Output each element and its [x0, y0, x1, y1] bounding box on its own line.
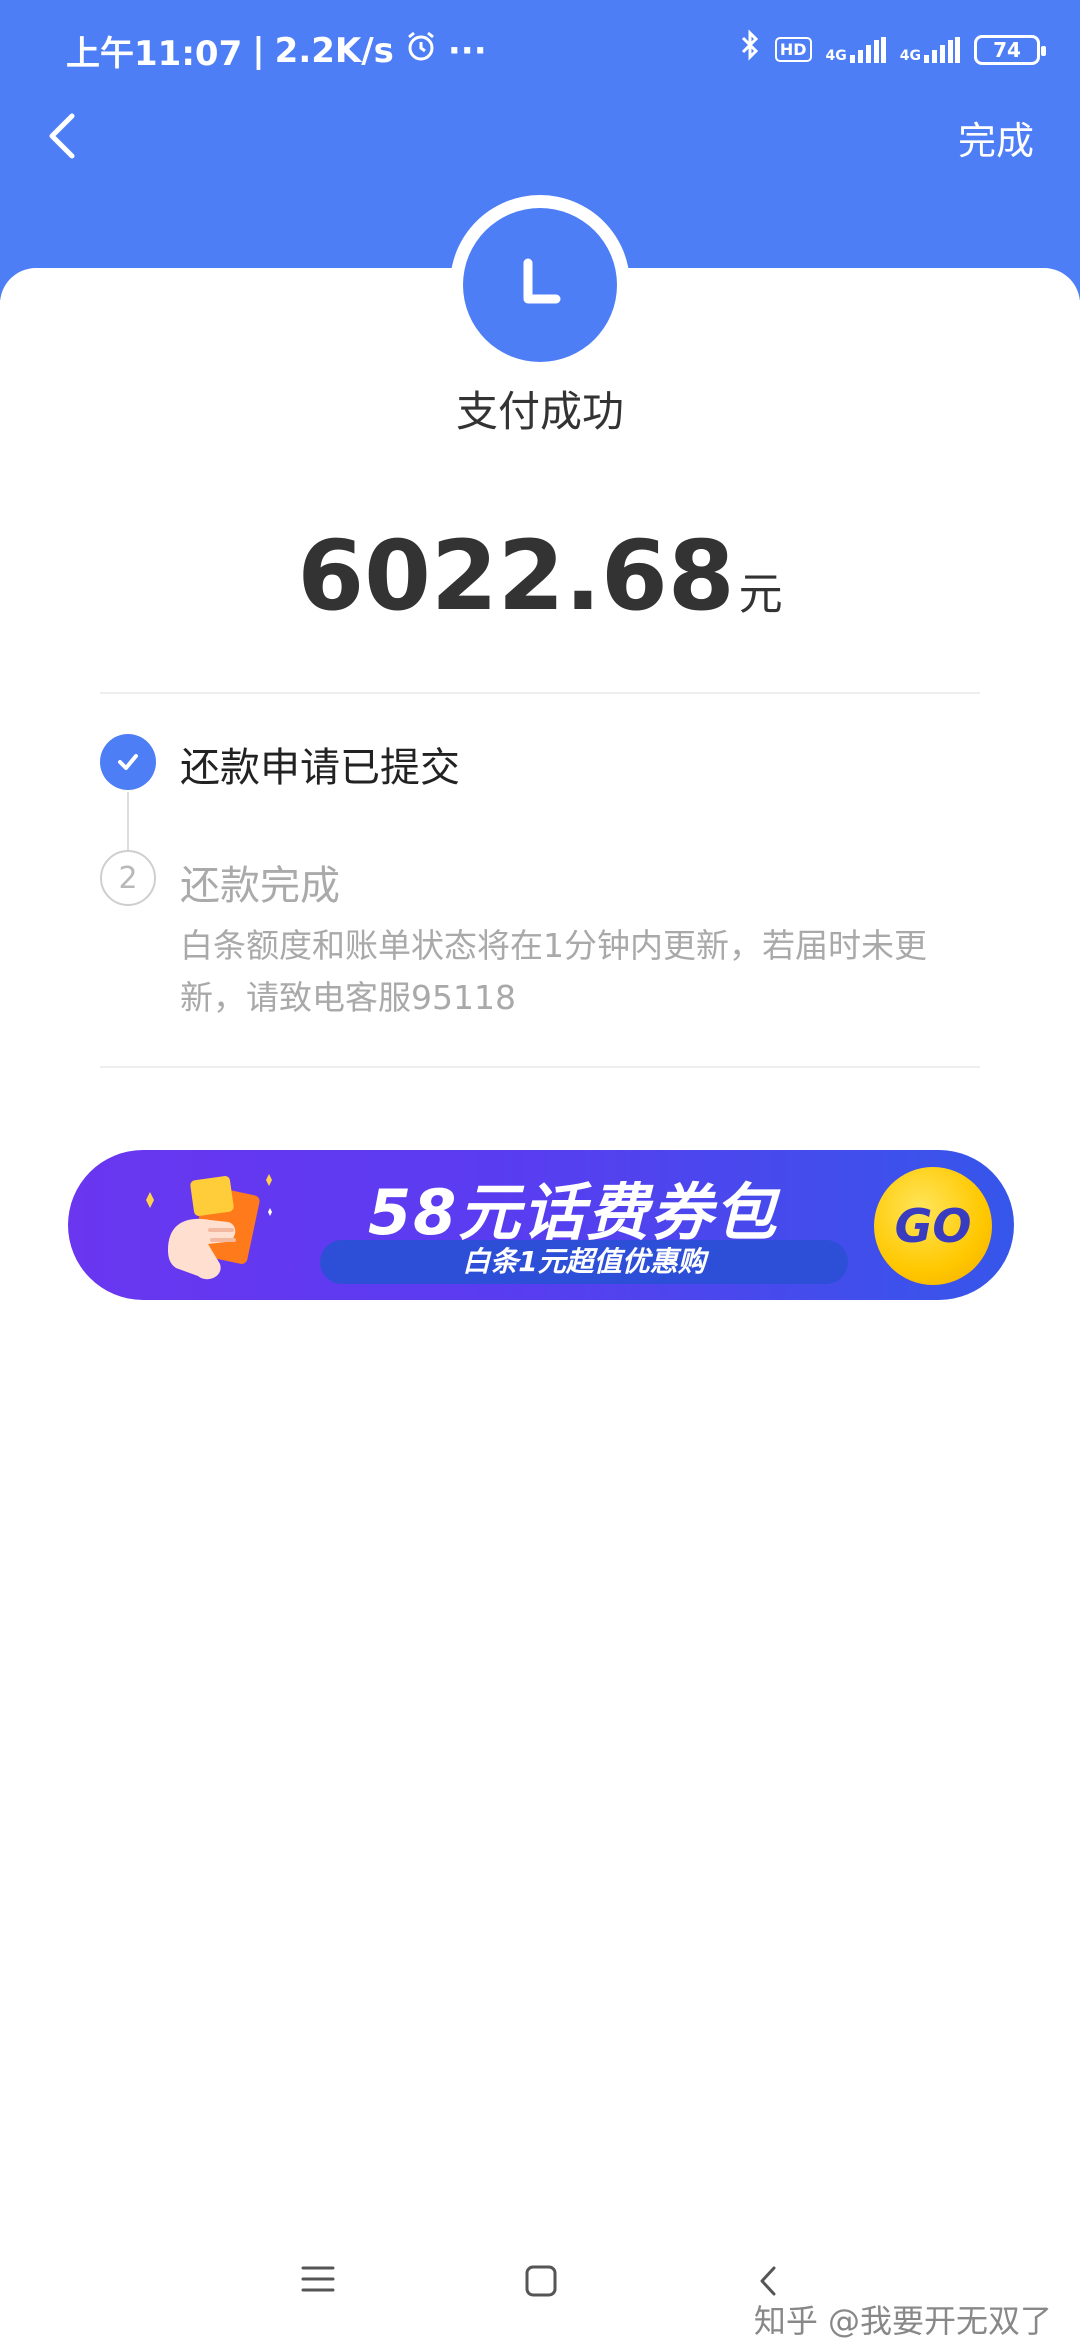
banner-go-button[interactable]: GO: [874, 1167, 992, 1285]
bluetooth-icon: [739, 28, 761, 71]
step-completed-description: 白条额度和账单状态将在1分钟内更新，若届时未更新，请致电客服95118: [180, 926, 927, 1017]
status-left: 上午11:07 | 2.2K/s ···: [66, 26, 487, 75]
chevron-left-icon: [49, 113, 75, 159]
status-time: 上午11:07: [66, 34, 243, 74]
amount-unit: 元: [738, 569, 783, 620]
watermark: 知乎 @我要开无双了: [753, 2302, 1052, 2340]
amount-display: 6022.68元: [0, 520, 1080, 632]
alarm-icon: [404, 29, 438, 72]
signal-sim1-icon: 4G: [825, 36, 886, 64]
more-notifications-icon: ···: [447, 30, 487, 71]
nav-bar: 完成: [0, 96, 1080, 184]
payment-amount: 6022.68: [297, 520, 735, 632]
done-button[interactable]: 完成: [958, 110, 1034, 165]
menu-icon[interactable]: [300, 2264, 336, 2298]
divider-top: [100, 692, 980, 694]
step-done-check-icon: [100, 734, 156, 790]
signal-sim2-icon: 4G: [899, 36, 960, 64]
promo-banner[interactable]: 58元话费券包 白条1元超值优惠购 GO: [68, 1150, 1014, 1300]
coupon-hand-icon: [146, 1174, 272, 1280]
banner-title: 58元话费券包: [368, 1176, 779, 1249]
hd-badge: HD: [774, 37, 812, 62]
banner-subtitle: 白条1元超值优惠购: [320, 1240, 848, 1284]
home-icon[interactable]: [524, 2264, 558, 2302]
status-right: HD 4G 4G 74: [739, 28, 1046, 71]
clock-icon: [463, 208, 617, 362]
divider-bottom: [100, 1066, 980, 1068]
step-connector: [127, 792, 129, 850]
step-completed-label: 还款完成: [180, 863, 340, 909]
back-button[interactable]: [36, 106, 96, 166]
step-submitted-label: 还款申请已提交: [180, 745, 460, 791]
sim1-label: 4G: [825, 47, 847, 64]
battery-indicator: 74: [974, 34, 1046, 65]
status-separator: |: [252, 30, 265, 71]
sim2-label: 4G: [899, 47, 921, 64]
page-title: 支付成功: [455, 387, 624, 436]
status-bar: 上午11:07 | 2.2K/s ··· HD 4G 4G 74: [0, 0, 1080, 96]
status-network-speed: 2.2K/s: [274, 30, 394, 71]
step-number-badge: 2: [100, 850, 156, 906]
